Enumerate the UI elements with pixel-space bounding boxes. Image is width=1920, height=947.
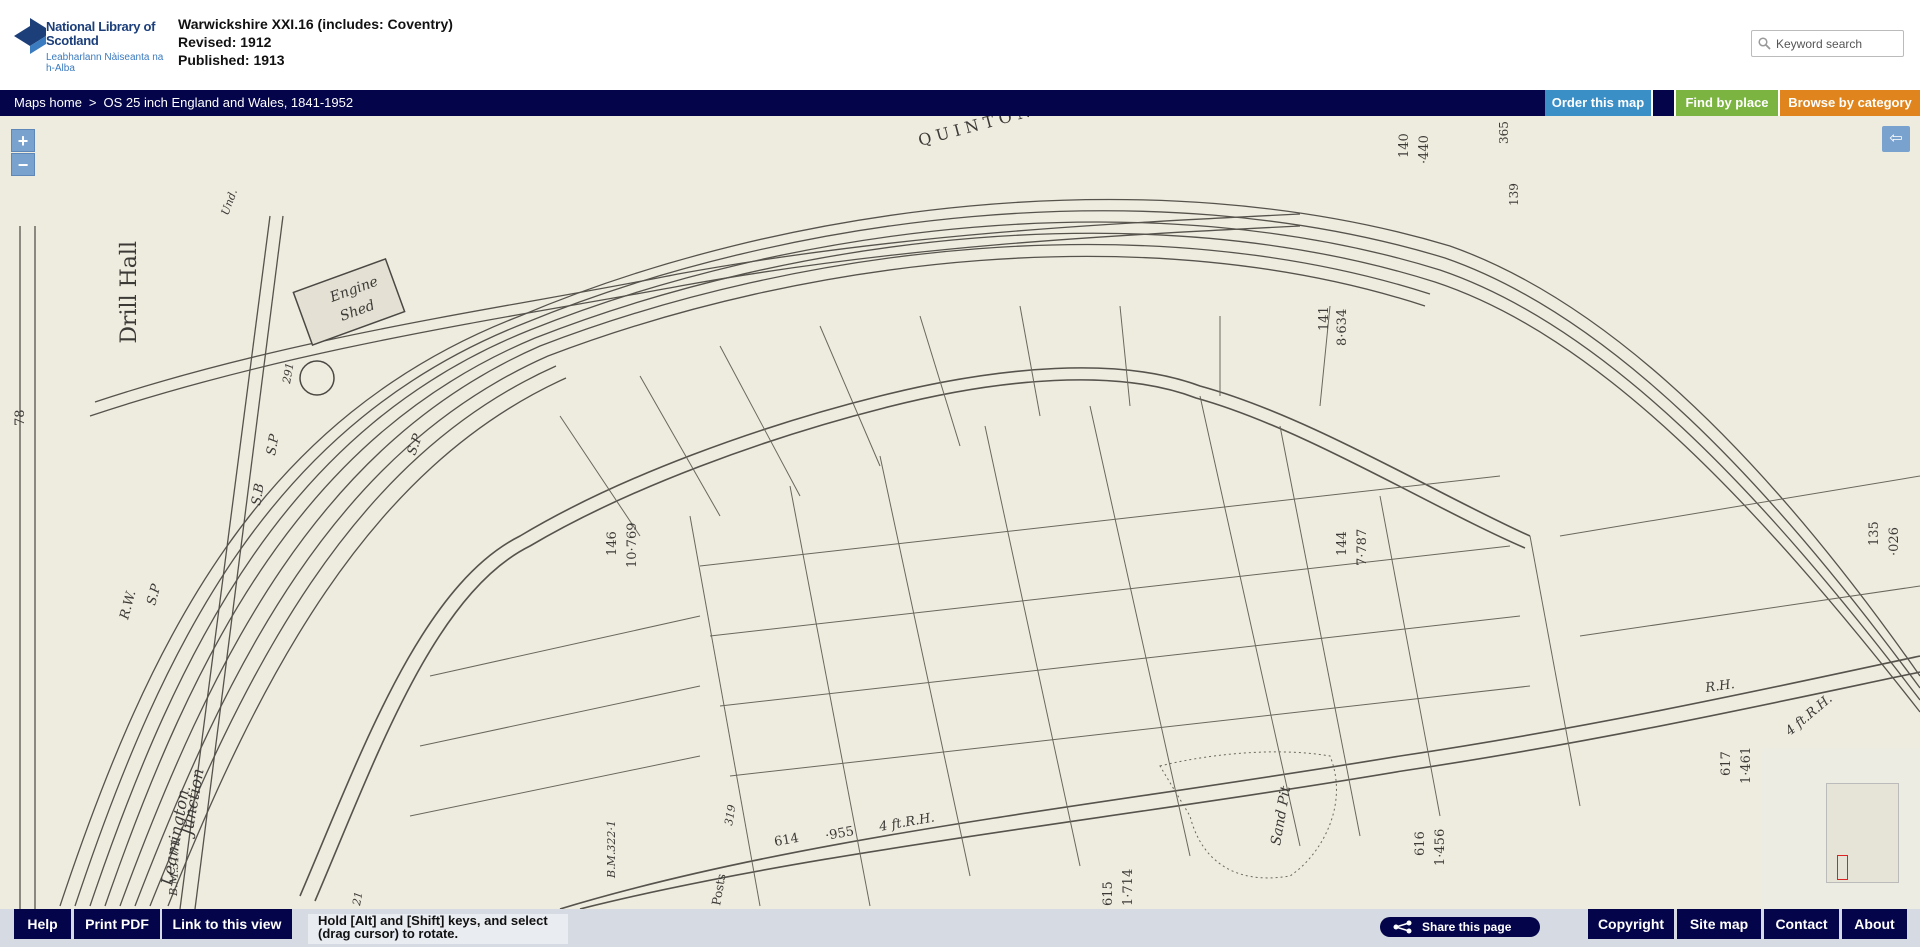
nls-logo[interactable]: National Library of Scotland Leabharlann… bbox=[14, 14, 163, 78]
search-input[interactable] bbox=[1776, 34, 1900, 53]
copyright-button[interactable]: Copyright bbox=[1588, 909, 1674, 939]
panel-toggle-icon[interactable]: ⇦ bbox=[1882, 126, 1910, 152]
zoom-out-button[interactable]: − bbox=[11, 153, 35, 176]
search-icon bbox=[1758, 37, 1771, 50]
link-to-view-button[interactable]: Link to this view bbox=[162, 909, 292, 939]
share-label: Share this page bbox=[1422, 920, 1512, 934]
label-area-616: 1·456 bbox=[1433, 829, 1448, 866]
header: National Library of Scotland Leabharlann… bbox=[0, 0, 1920, 90]
label-drill-hall: Drill Hall bbox=[117, 241, 142, 344]
label-plot-144: 144 bbox=[1335, 531, 1350, 556]
footer: Help Print PDF Link to this view Hold [A… bbox=[0, 909, 1920, 947]
label-plot-617: 617 bbox=[1719, 751, 1734, 776]
contact-button[interactable]: Contact bbox=[1764, 909, 1839, 939]
label-area-135: ·026 bbox=[1887, 527, 1902, 556]
label-plot-135: 135 bbox=[1867, 521, 1882, 546]
help-button[interactable]: Help bbox=[14, 909, 71, 939]
logo-gaelic-text: Leabharlann Nàiseanta na h-Alba bbox=[46, 52, 164, 74]
label-benchmark-2: B.M.317·1 bbox=[167, 838, 182, 897]
label-plot-141: 141 bbox=[1317, 306, 1332, 331]
label-number-78: 78 bbox=[13, 409, 28, 426]
label-area-144: 7·787 bbox=[1355, 529, 1370, 566]
overview-map[interactable] bbox=[1762, 748, 1920, 909]
label-number-365: 365 bbox=[1497, 121, 1511, 144]
overview-viewport-box[interactable] bbox=[1837, 855, 1848, 880]
map-published: Published: 1913 bbox=[178, 52, 285, 68]
map-info: Warwickshire XXI.16 (includes: Coventry)… bbox=[178, 15, 453, 69]
map-revised: Revised: 1912 bbox=[178, 34, 272, 50]
logo-text: National Library of Scotland bbox=[46, 19, 156, 48]
label-area-615: 1·714 bbox=[1121, 869, 1136, 906]
print-pdf-button[interactable]: Print PDF bbox=[74, 909, 160, 939]
browse-by-category-button[interactable]: Browse by category bbox=[1778, 90, 1920, 116]
label-area-146: 10·769 bbox=[625, 523, 640, 569]
zoom-in-button[interactable]: + bbox=[11, 129, 35, 152]
nls-logo-icon bbox=[14, 18, 46, 54]
label-plot-146: 146 bbox=[605, 531, 620, 556]
rotate-hint: Hold [Alt] and [Shift] keys, and select … bbox=[308, 914, 568, 944]
map-viewer[interactable]: Drill Hall Engine Shed Q U I N T O N San… bbox=[0, 116, 1920, 909]
map-title: Warwickshire XXI.16 (includes: Coventry) bbox=[178, 16, 453, 32]
breadcrumb: Maps home > OS 25 inch England and Wales, … bbox=[14, 95, 353, 110]
label-plot-616: 616 bbox=[1413, 831, 1428, 856]
navbar: Maps home > OS 25 inch England and Wales, … bbox=[0, 90, 1920, 116]
breadcrumb-separator: > bbox=[88, 95, 97, 110]
historic-map-canvas[interactable]: Drill Hall Engine Shed Q U I N T O N San… bbox=[0, 116, 1920, 909]
label-area-141: 8·634 bbox=[1335, 309, 1350, 346]
order-map-button[interactable]: Order this map bbox=[1545, 90, 1651, 116]
site-map-button[interactable]: Site map bbox=[1677, 909, 1761, 939]
label-benchmark-1: B.M.322·1 bbox=[605, 820, 618, 879]
label-number-21: 21 bbox=[350, 890, 365, 907]
navbar-spacer bbox=[1651, 90, 1676, 116]
label-area-617: 1·461 bbox=[1739, 747, 1754, 784]
label-plot-140: 140 bbox=[1397, 133, 1412, 158]
label-plot-615: 615 bbox=[1101, 881, 1116, 906]
breadcrumb-maps-home[interactable]: Maps home bbox=[14, 95, 82, 110]
find-by-place-button[interactable]: Find by place bbox=[1676, 90, 1778, 116]
about-button[interactable]: About bbox=[1842, 909, 1907, 939]
label-plot-139: 139 bbox=[1507, 183, 1521, 206]
share-page-button[interactable]: Share this page bbox=[1380, 917, 1540, 937]
share-icon bbox=[1393, 920, 1412, 934]
label-area-140: ·440 bbox=[1417, 135, 1432, 164]
breadcrumb-series[interactable]: OS 25 inch England and Wales, 1841-1952 bbox=[104, 95, 354, 110]
keyword-search[interactable] bbox=[1751, 30, 1904, 57]
